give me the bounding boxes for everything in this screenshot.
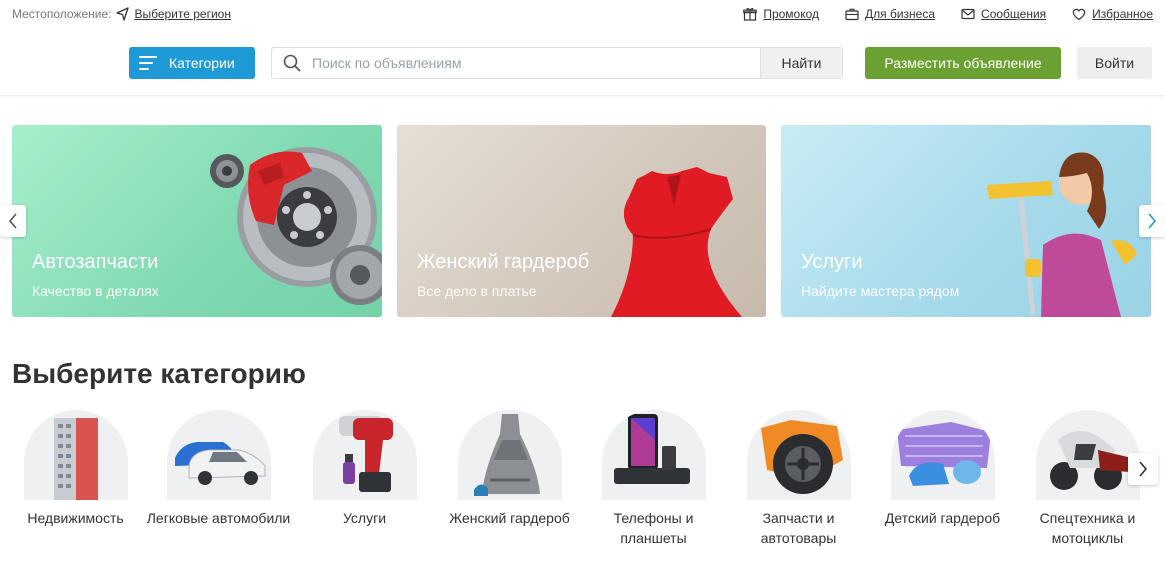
top-bar: Местоположение: Выберите регион Промокод… [0, 0, 1165, 30]
mail-icon [961, 8, 975, 20]
heart-icon [1072, 8, 1086, 21]
login-button[interactable]: Войти [1077, 47, 1152, 79]
banner-title: Женский гардероб [417, 251, 590, 273]
banner-title: Автозапчасти [32, 251, 159, 273]
region-link[interactable]: Выберите регион [134, 7, 231, 21]
gift-icon [743, 8, 758, 21]
drill-image [312, 410, 417, 500]
business-label: Для бизнеса [865, 7, 936, 21]
banner-auto-parts[interactable]: Автозапчасти Качество в деталях [12, 125, 382, 317]
chevron-right-icon [1148, 213, 1157, 229]
category-label: Услуги [342, 510, 387, 526]
location-arrow-icon [116, 7, 130, 21]
messages-link[interactable]: Сообщения [961, 7, 1046, 21]
phone-image [601, 410, 706, 500]
top-links: Промокод Для бизнеса Сообщения Избранное [743, 7, 1153, 21]
search-bar: Найти [271, 47, 843, 79]
category-label: Недвижимость [27, 510, 124, 526]
search-icon [272, 48, 312, 78]
favorites-link[interactable]: Избранное [1072, 7, 1153, 21]
category-label: Спецтехника и мотоциклы [1039, 510, 1136, 546]
motorcycle-image [1035, 410, 1140, 500]
building-image [23, 410, 128, 500]
post-ad-button[interactable]: Разместить объявление [865, 47, 1061, 79]
search-input[interactable] [312, 48, 760, 78]
category-womens-wardrobe[interactable]: Женский гардероб [437, 410, 582, 528]
category-auto-parts[interactable]: Запчасти и автотовары [726, 410, 871, 548]
category-services[interactable]: Услуги [292, 410, 437, 528]
menu-icon [139, 56, 157, 70]
category-list: Недвижимость Легковые автомобили Услуги … [0, 410, 1165, 560]
banner-womens-wardrobe[interactable]: Женский гардероб Все дело в платье [397, 125, 766, 317]
location-block: Местоположение: Выберите регион [12, 7, 231, 21]
chevron-left-icon [8, 213, 17, 229]
find-button[interactable]: Найти [760, 48, 842, 78]
briefcase-icon [845, 8, 859, 21]
category-label: Женский гардероб [449, 510, 570, 526]
cars-image [166, 410, 271, 500]
banner-subtitle: Найдите мастера рядом [801, 283, 960, 299]
favorites-label: Избранное [1092, 7, 1153, 21]
dress-image [457, 410, 562, 500]
location-label: Местоположение: [12, 7, 112, 21]
banner-prev-button[interactable] [0, 205, 26, 237]
categories-button-label: Категории [169, 55, 235, 71]
messages-label: Сообщения [981, 7, 1047, 21]
promo-link[interactable]: Промокод [743, 7, 819, 21]
banner-subtitle: Все дело в платье [417, 283, 537, 299]
banner-services[interactable]: Услуги Найдите мастера рядом [781, 125, 1151, 317]
kids-clothes-image [890, 410, 995, 500]
category-label: Детский гардероб [884, 510, 1001, 526]
categories-heading: Выберите категорию [12, 358, 306, 389]
category-real-estate[interactable]: Недвижимость [3, 410, 148, 528]
category-cars[interactable]: Легковые автомобили [146, 410, 291, 528]
categories-next-button[interactable] [1128, 453, 1158, 485]
category-label: Легковые автомобили [146, 510, 291, 526]
header: Категории Найти Разместить объявление Во… [0, 30, 1165, 96]
banner-title: Услуги [801, 251, 863, 273]
category-label: Запчасти и автотовары [760, 510, 837, 546]
category-kids-wardrobe[interactable]: Детский гардероб [870, 410, 1015, 528]
categories-button[interactable]: Категории [129, 47, 255, 79]
promo-label: Промокод [763, 7, 820, 21]
banner-carousel: Автозапчасти Качество в деталях Женский … [12, 125, 1151, 317]
chevron-right-icon [1139, 461, 1148, 477]
category-phones[interactable]: Телефоны и планшеты [581, 410, 726, 548]
banner-subtitle: Качество в деталях [32, 283, 159, 299]
business-link[interactable]: Для бизнеса [845, 7, 935, 21]
category-label: Телефоны и планшеты [613, 510, 694, 546]
banner-next-button[interactable] [1139, 205, 1165, 237]
wheel-image [746, 410, 851, 500]
